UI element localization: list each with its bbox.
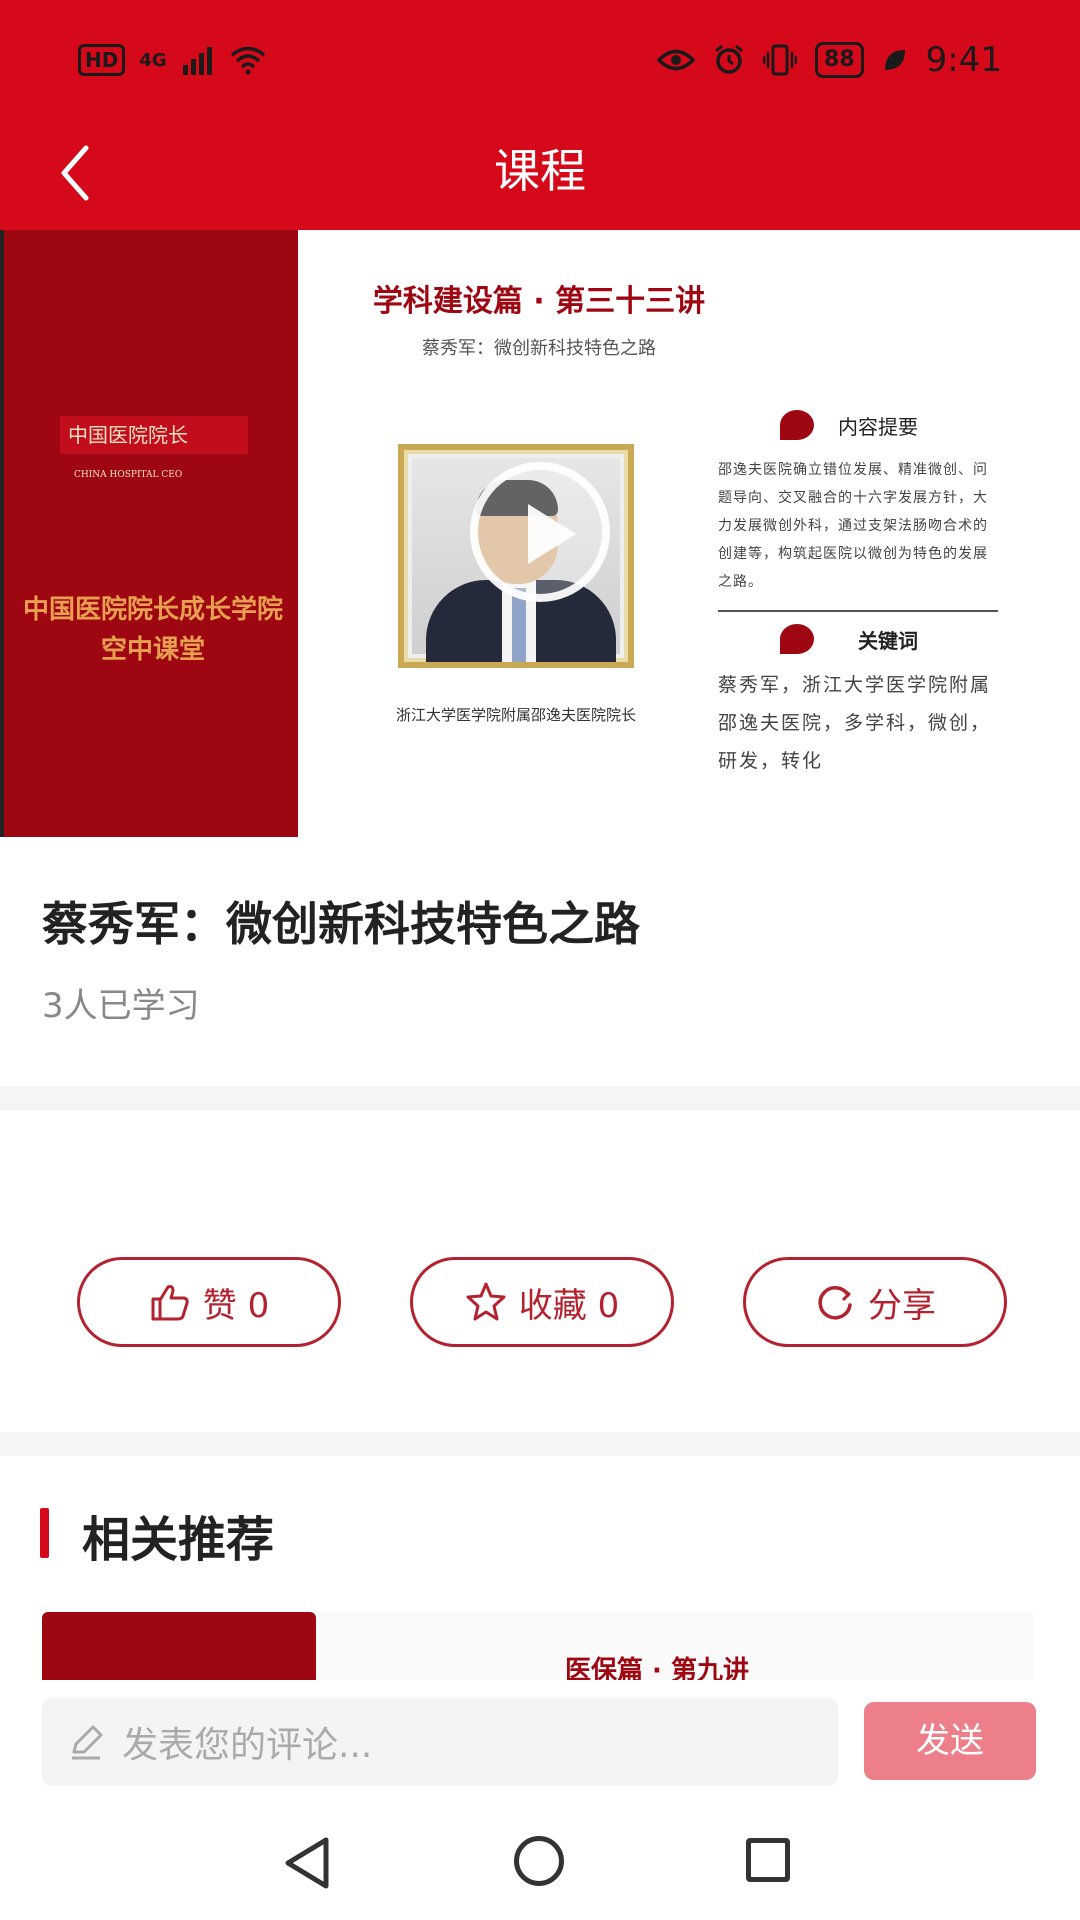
thumbs-up-icon	[151, 1285, 189, 1321]
comment-placeholder: 发表您的评论...	[122, 1725, 373, 1766]
section-divider	[0, 1086, 1080, 1110]
system-nav-bar	[0, 1800, 1080, 1920]
page-title: 课程	[494, 144, 586, 198]
header: 课程	[0, 120, 1080, 230]
keywords-heading: 关键词	[780, 624, 918, 654]
banner-left-panel: 中国医院院长 CHINA HOSPITAL CEO 中国医院院长成长学院 空中课堂	[0, 230, 298, 837]
alarm-icon	[715, 44, 743, 74]
share-label: 分享	[868, 1285, 936, 1326]
summary-heading: 内容提要	[780, 410, 918, 440]
like-label: 赞 0	[202, 1285, 270, 1326]
banner-left-line1: 中国医院院长成长学院	[22, 595, 283, 625]
wifi-icon	[230, 46, 265, 75]
nav-home-icon[interactable]	[514, 1836, 564, 1886]
logo-text: 中国医院院长	[68, 423, 188, 447]
section-divider	[0, 1432, 1080, 1456]
keywords-heading-text: 关键词	[858, 628, 918, 653]
star-icon	[466, 1282, 506, 1321]
status-right: 88 9:41	[657, 40, 1002, 80]
nav-recents-icon[interactable]	[746, 1838, 790, 1882]
network-type: 4G	[139, 49, 167, 71]
hospital-ceo-logo: 中国医院院长 CHINA HOSPITAL CEO	[60, 416, 248, 480]
send-button[interactable]: 发送	[864, 1702, 1036, 1780]
section-accent-bar	[40, 1508, 49, 1558]
hd-badge: HD	[78, 44, 126, 76]
pencil-icon	[72, 1725, 103, 1760]
recommend-heading: 相关推荐	[82, 1512, 275, 1568]
favorite-label: 收藏 0	[518, 1285, 620, 1326]
share-icon	[818, 1286, 852, 1320]
bullet-icon	[780, 624, 814, 654]
summary-text: 邵逸夫医院确立错位发展、精准微创、问题导向、交叉融合的十六字发展方针，大力发展微…	[718, 462, 988, 590]
leaf-icon	[884, 50, 905, 70]
signal-icon	[182, 47, 212, 75]
favorite-button[interactable]: 收藏 0	[410, 1257, 674, 1347]
comment-bar: 发表您的评论... 发送	[0, 1680, 1080, 1800]
banner-left-text: 中国医院院长成长学院 空中课堂	[4, 590, 302, 670]
keywords-text: 蔡秀军，浙江大学医学院附属邵逸夫医院，多学科，微创，研发，转化	[718, 674, 992, 772]
summary-heading-text: 内容提要	[838, 414, 918, 439]
status-left: HD 4G	[78, 44, 267, 76]
eye-icon	[657, 49, 696, 71]
learner-count: 3人已学习	[42, 986, 200, 1026]
clock: 9:41	[925, 40, 1002, 80]
vibrate-icon	[763, 44, 798, 76]
logo-small-text: CHINA HOSPITAL CEO	[74, 469, 183, 480]
banner-subtitle: 蔡秀军：微创新科技特色之路	[422, 338, 656, 359]
banner-left-line2: 空中课堂	[100, 635, 205, 665]
share-button[interactable]: 分享	[743, 1257, 1007, 1347]
banner-title: 学科建设篇 · 第三十三讲	[372, 284, 706, 319]
course-title: 蔡秀军：微创新科技特色之路	[42, 897, 640, 951]
play-icon[interactable]	[470, 462, 610, 602]
comment-input[interactable]: 发表您的评论...	[42, 1698, 838, 1786]
divider	[718, 610, 998, 612]
top-bar: HD 4G 88 9:41 课程	[0, 0, 1080, 230]
status-bar: HD 4G 88 9:41	[0, 0, 1080, 120]
battery-indicator: 88	[815, 42, 864, 78]
like-button[interactable]: 赞 0	[77, 1257, 341, 1347]
nav-back-icon[interactable]	[282, 1836, 332, 1890]
bullet-icon	[780, 410, 814, 440]
speaker-caption: 浙江大学医学院附属邵逸夫医院院长	[395, 706, 636, 724]
